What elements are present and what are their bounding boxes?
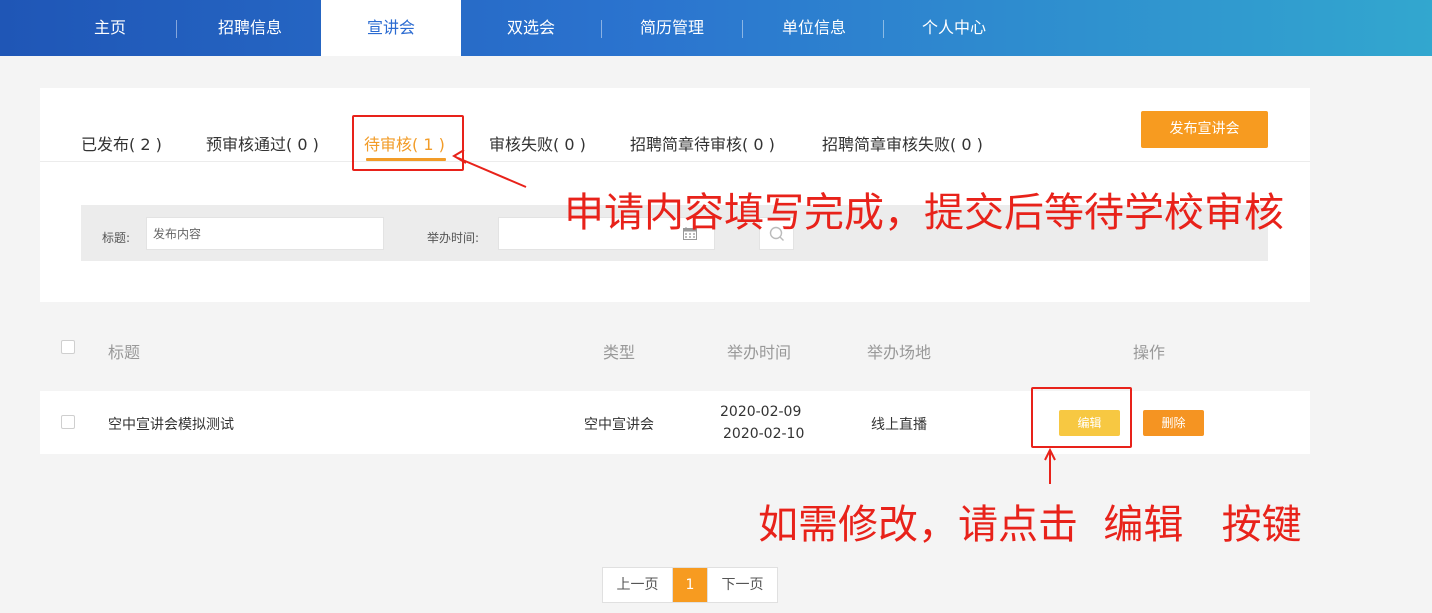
nav-item-profile[interactable]: 个人中心	[904, 0, 1004, 56]
column-header-actions: 操作	[1133, 343, 1166, 362]
column-header-title: 标题	[108, 343, 141, 362]
row-title: 空中宣讲会模拟测试	[108, 417, 234, 433]
nav-item-seminar[interactable]: 宣讲会	[321, 0, 461, 56]
nav-item-jobs[interactable]: 招聘信息	[200, 0, 300, 56]
nav-item-resume[interactable]: 简历管理	[622, 0, 722, 56]
row-type: 空中宣讲会	[584, 417, 654, 433]
tabs-divider	[40, 161, 1310, 162]
select-all-checkbox[interactable]	[61, 340, 75, 354]
nav-separator	[176, 20, 177, 38]
column-header-venue: 举办场地	[867, 343, 932, 362]
annotation-box-edit	[1031, 387, 1132, 448]
row-time-end: 2020-02-10	[723, 426, 805, 442]
nav-separator	[883, 20, 884, 38]
nav-item-company[interactable]: 单位信息	[764, 0, 864, 56]
tab-brochure-failed[interactable]: 招聘简章审核失败( 0 )	[822, 131, 983, 155]
nav-item-home[interactable]: 主页	[60, 0, 160, 56]
prev-page-button[interactable]: 上一页	[603, 568, 673, 602]
top-nav: 主页 招聘信息 宣讲会 双选会 简历管理 单位信息 个人中心	[0, 0, 1432, 56]
time-filter-label: 举办时间:	[427, 231, 480, 245]
column-header-time: 举办时间	[727, 343, 792, 362]
annotation-note-submit: 申请内容填写完成，提交后等待学校审核	[564, 190, 1284, 236]
row-venue: 线上直播	[871, 417, 927, 433]
tab-pre-approved[interactable]: 预审核通过( 0 )	[206, 131, 319, 155]
next-page-button[interactable]: 下一页	[707, 568, 777, 602]
column-header-type: 类型	[603, 343, 636, 362]
title-search-input[interactable]	[146, 217, 384, 250]
tab-review-failed[interactable]: 审核失败( 0 )	[489, 131, 586, 155]
nav-separator	[742, 20, 743, 38]
tab-published[interactable]: 已发布( 2 )	[81, 131, 162, 155]
publish-seminar-button[interactable]: 发布宣讲会	[1141, 111, 1268, 148]
annotation-box-pending-tab	[352, 115, 464, 171]
annotation-note-edit: 如需修改，请点击 编辑 按键	[758, 502, 1302, 548]
delete-button[interactable]: 删除	[1143, 410, 1204, 436]
nav-item-job-fair[interactable]: 双选会	[481, 0, 581, 56]
title-filter-label: 标题:	[102, 231, 131, 245]
page-number-current[interactable]: 1	[673, 568, 707, 602]
row-checkbox[interactable]	[61, 415, 75, 429]
nav-separator	[601, 20, 602, 38]
pagination: 上一页 1 下一页	[602, 567, 778, 603]
tab-brochure-pending[interactable]: 招聘简章待审核( 0 )	[630, 131, 775, 155]
row-time-start: 2020-02-09	[720, 404, 802, 420]
